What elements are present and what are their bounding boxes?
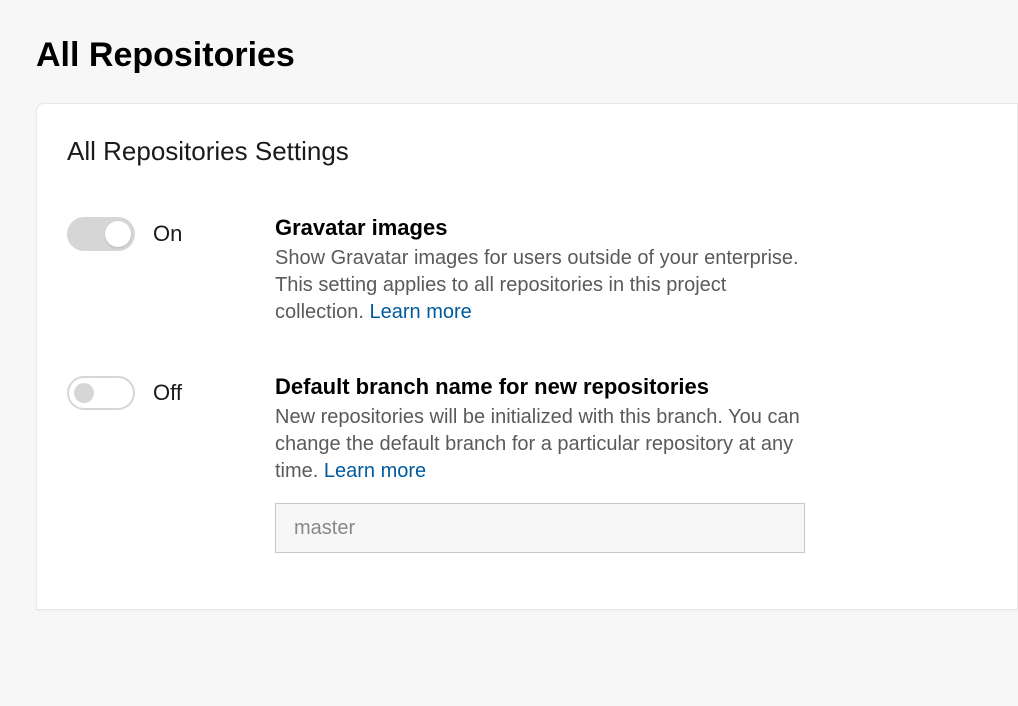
gravatar-title: Gravatar images: [275, 215, 815, 241]
default-branch-toggle[interactable]: [67, 376, 135, 410]
default-branch-input[interactable]: [275, 503, 805, 553]
toggle-knob: [74, 383, 94, 403]
setting-gravatar: On Gravatar images Show Gravatar images …: [67, 215, 1017, 326]
card-title: All Repositories Settings: [67, 136, 1017, 167]
default-branch-toggle-label: Off: [153, 380, 182, 406]
gravatar-desc-text: Show Gravatar images for users outside o…: [275, 247, 799, 323]
toggle-container: On: [67, 215, 275, 251]
gravatar-toggle-label: On: [153, 221, 182, 247]
setting-body: Gravatar images Show Gravatar images for…: [275, 215, 815, 326]
gravatar-learn-more-link[interactable]: Learn more: [370, 301, 472, 323]
setting-body: Default branch name for new repositories…: [275, 374, 815, 553]
default-branch-description: New repositories will be initialized wit…: [275, 404, 815, 485]
page-title: All Repositories: [36, 36, 1018, 75]
gravatar-toggle[interactable]: [67, 217, 135, 251]
default-branch-learn-more-link[interactable]: Learn more: [324, 460, 426, 482]
setting-default-branch: Off Default branch name for new reposito…: [67, 374, 1017, 553]
default-branch-title: Default branch name for new repositories: [275, 374, 815, 400]
settings-card: All Repositories Settings On Gravatar im…: [36, 103, 1018, 610]
gravatar-description: Show Gravatar images for users outside o…: [275, 245, 815, 326]
toggle-container: Off: [67, 374, 275, 410]
toggle-knob: [105, 221, 131, 247]
